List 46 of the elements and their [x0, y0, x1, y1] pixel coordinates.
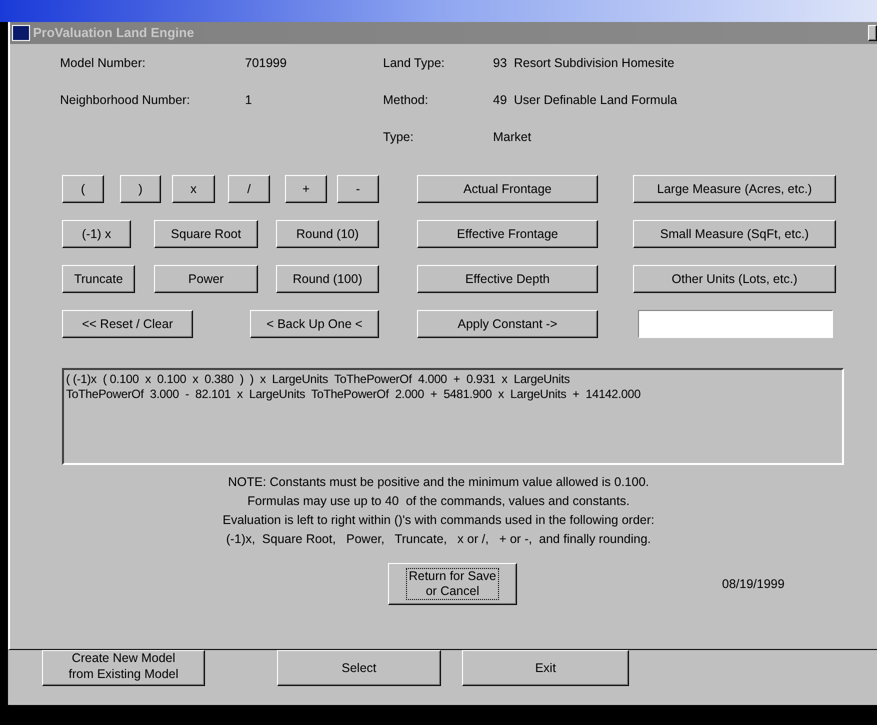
field-label: Model Number:	[60, 55, 146, 72]
formula-button[interactable]: Large Measure (Acres, etc.)	[633, 175, 836, 203]
formula-button[interactable]: Truncate	[62, 265, 135, 293]
formula-button[interactable]: < Back Up One <	[250, 310, 379, 338]
formula-button[interactable]: Round (100)	[276, 265, 379, 293]
formula-button[interactable]: Actual Frontage	[417, 175, 598, 203]
field-value: 1	[245, 92, 252, 109]
background-button[interactable]: Create New Model from Existing Model	[42, 650, 205, 686]
field-value: 93 Resort Subdivision Homesite	[493, 55, 674, 72]
note-text: Evaluation is left to right within ()'s with commands used in the following order:	[222, 512, 654, 529]
formula-button[interactable]: Effective Frontage	[417, 220, 598, 248]
note-text: NOTE: Constants must be positive and the minimum value allowed is 0.100.	[228, 474, 650, 491]
close-icon[interactable]	[868, 25, 877, 41]
formula-button[interactable]: Apply Constant ->	[417, 310, 598, 338]
constant-input-field[interactable]	[638, 310, 833, 338]
formula-text: ( (-1)x ( 0.100 x 0.100 x 0.380 ) ) x LargeUnits ToThePowerOf 4.000 + 0.931 x LargeUnits	[66, 372, 571, 387]
date-text: 08/19/1999	[722, 576, 785, 593]
window-title: ProValuation Land Engine	[33, 24, 194, 42]
note-text: Formulas may use up to 40 of the commands, values and constants.	[247, 493, 630, 510]
field-label: Type:	[383, 129, 415, 146]
return-button[interactable]: Return for Save or Cancel	[388, 563, 517, 605]
formula-button[interactable]: Square Root	[154, 220, 258, 248]
formula-text: ToThePowerOf 3.000 - 82.101 x LargeUnits ToThePowerOf 2.000 + 5481.900 x LargeUnits + 14142.000	[66, 387, 642, 402]
field-value: 49 User Definable Land Formula	[493, 92, 678, 109]
formula-button[interactable]: +	[285, 175, 327, 203]
formula-button[interactable]: Power	[154, 265, 258, 293]
formula-button[interactable]: x	[172, 175, 215, 203]
field-value: Market	[493, 129, 532, 146]
background-button[interactable]: Exit	[462, 650, 629, 686]
formula-button[interactable]: Round (10)	[276, 220, 379, 248]
background-button[interactable]: Select	[277, 650, 441, 686]
formula-button[interactable]: Other Units (Lots, etc.)	[633, 265, 836, 293]
field-value: 701999	[245, 55, 287, 72]
note-text: (-1)x, Square Root, Power, Truncate, x or /, + or -, and finally rounding.	[226, 531, 651, 548]
field-label: Neighborhood Number:	[60, 92, 191, 109]
formula-button[interactable]: )	[120, 175, 161, 203]
formula-button[interactable]: /	[228, 175, 270, 203]
formula-button[interactable]: -	[337, 175, 379, 203]
formula-button[interactable]: << Reset / Clear	[62, 310, 193, 338]
formula-button[interactable]: Small Measure (SqFt, etc.)	[633, 220, 836, 248]
formula-button[interactable]: Effective Depth	[417, 265, 598, 293]
app-logo-icon	[12, 25, 30, 41]
field-label: Land Type:	[383, 55, 446, 72]
formula-button[interactable]: (	[62, 175, 104, 203]
formula-button[interactable]: (-1) x	[62, 220, 131, 248]
field-label: Method:	[383, 92, 430, 109]
